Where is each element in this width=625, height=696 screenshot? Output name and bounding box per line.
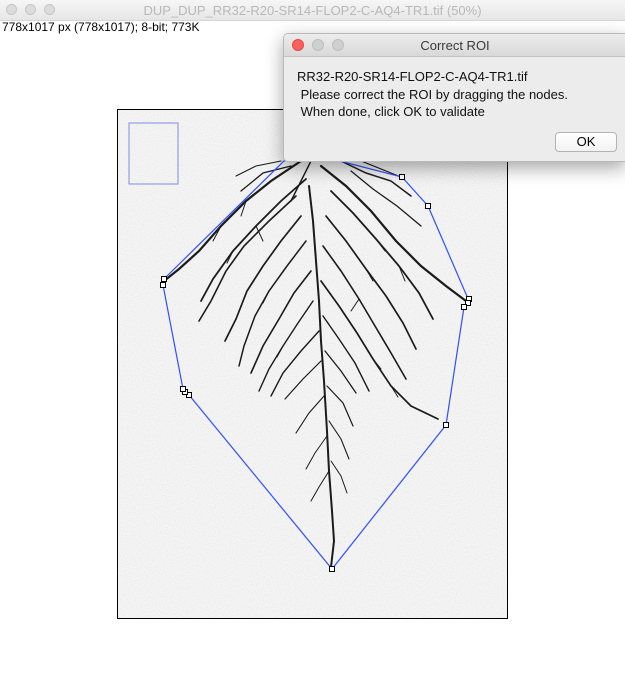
image-canvas[interactable] (117, 109, 508, 619)
image-window-titlebar: DUP_DUP_RR32-R20-SR14-FLOP2-C-AQ4-TR1.ti… (0, 0, 625, 21)
roi-node-icon[interactable] (160, 282, 166, 288)
correct-roi-dialog: Correct ROI RR32-R20-SR14-FLOP2-C-AQ4-TR… (283, 33, 625, 162)
image-info: 778x1017 px (778x1017); 8-bit; 773K (2, 20, 200, 34)
dialog-instruction: Please correct the ROI by dragging the n… (297, 87, 568, 102)
dialog-instruction-2: When done, click OK to validate (297, 104, 485, 119)
roi-node-icon[interactable] (180, 386, 186, 392)
roi-node-icon[interactable] (399, 174, 405, 180)
roi-node-icon[interactable] (161, 276, 167, 282)
dialog-titlebar[interactable]: Correct ROI (284, 34, 625, 57)
roi-node-icon[interactable] (461, 304, 467, 310)
ok-button[interactable]: OK (555, 132, 617, 152)
dialog-filename: RR32-R20-SR14-FLOP2-C-AQ4-TR1.tif (297, 69, 528, 84)
image-grain (118, 110, 507, 618)
roi-node-icon[interactable] (443, 422, 449, 428)
root-image (118, 110, 507, 618)
window-title: DUP_DUP_RR32-R20-SR14-FLOP2-C-AQ4-TR1.ti… (143, 3, 482, 18)
roi-node-icon[interactable] (329, 566, 335, 572)
roi-node-icon[interactable] (425, 203, 431, 209)
dialog-title: Correct ROI (420, 38, 490, 53)
